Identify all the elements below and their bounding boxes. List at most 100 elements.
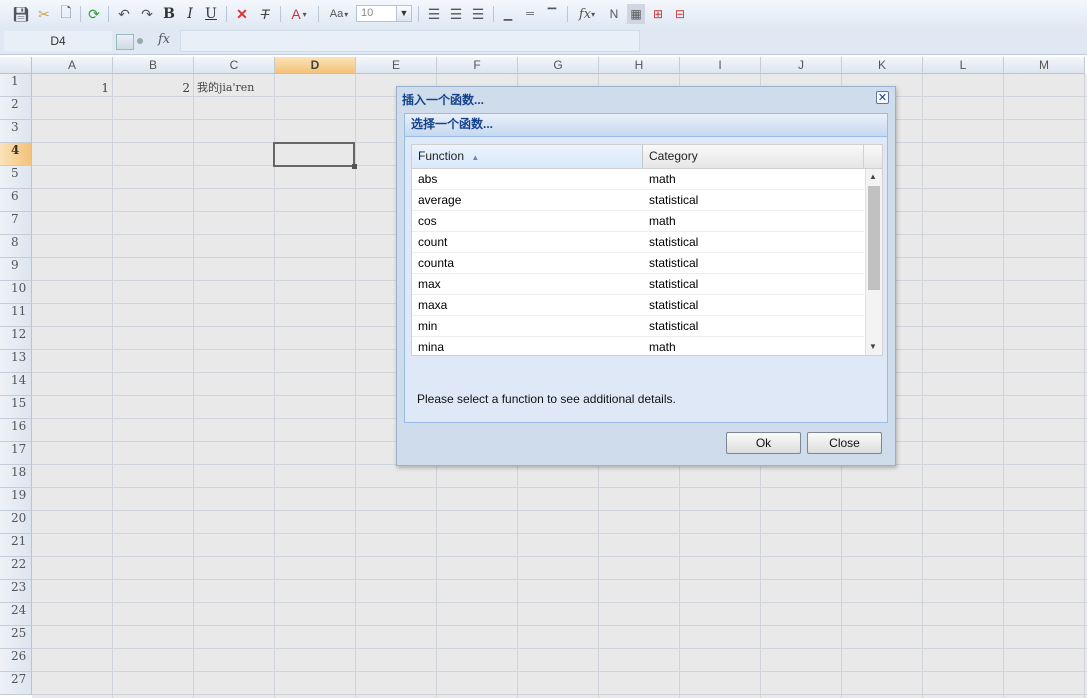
- function-name: min: [418, 319, 438, 333]
- row-header-19[interactable]: 19: [0, 488, 32, 511]
- column-header-k[interactable]: K: [842, 57, 923, 74]
- align-left-icon[interactable]: ☰: [425, 4, 443, 24]
- grid-scrollbar[interactable]: ▲ ▼: [865, 169, 882, 355]
- valign-top-icon[interactable]: ▔: [543, 4, 561, 24]
- column-header-category[interactable]: Category: [643, 145, 864, 168]
- row-header-20[interactable]: 20: [0, 511, 32, 534]
- row-header-26[interactable]: 26: [0, 649, 32, 672]
- column-header-g[interactable]: G: [518, 57, 599, 74]
- ok-button[interactable]: Ok: [726, 432, 801, 454]
- function-grid: Function ▲ Category abs math average statis…: [411, 144, 883, 356]
- merge-cells-icon[interactable]: ▦: [627, 4, 645, 24]
- row-header-7[interactable]: 7: [0, 212, 32, 235]
- selected-cell-d4[interactable]: [273, 142, 357, 169]
- row-header-18[interactable]: 18: [0, 465, 32, 488]
- cut-icon[interactable]: ✂︎: [35, 4, 53, 24]
- column-header-l[interactable]: L: [923, 57, 1004, 74]
- fx-icon[interactable]: fx: [158, 32, 170, 47]
- function-row[interactable]: min statistical: [412, 316, 864, 337]
- unmerge-icon[interactable]: ⊟: [671, 4, 689, 24]
- row-header-13[interactable]: 13: [0, 350, 32, 373]
- close-button[interactable]: Close: [807, 432, 882, 454]
- new-document-icon[interactable]: 🗋︎: [57, 4, 75, 24]
- row-header-23[interactable]: 23: [0, 580, 32, 603]
- insert-function-icon[interactable]: fx ▾: [574, 4, 600, 24]
- scroll-up-icon[interactable]: ▲: [869, 172, 877, 181]
- cell-c1[interactable]: 我的jia'ren: [197, 74, 275, 97]
- row-header-9[interactable]: 9: [0, 258, 32, 281]
- cell-b1[interactable]: 2: [113, 74, 190, 97]
- italic-icon[interactable]: I: [182, 4, 198, 24]
- row-header-25[interactable]: 25: [0, 626, 32, 649]
- clear-format-icon[interactable]: T: [256, 4, 274, 24]
- close-icon[interactable]: ✕: [876, 91, 889, 104]
- function-row[interactable]: cos math: [412, 211, 864, 232]
- formula-input[interactable]: [180, 30, 640, 52]
- scrollbar-thumb[interactable]: [868, 186, 880, 290]
- font-size-select[interactable]: 10 ▼: [356, 5, 412, 22]
- row-header-16[interactable]: 16: [0, 419, 32, 442]
- chevron-down-icon[interactable]: ▼: [396, 6, 411, 21]
- row-header-2[interactable]: 2: [0, 97, 32, 120]
- column-header-h[interactable]: H: [599, 57, 680, 74]
- row-header-12[interactable]: 12: [0, 327, 32, 350]
- function-row[interactable]: average statistical: [412, 190, 864, 211]
- column-header-c[interactable]: C: [194, 57, 275, 74]
- row-header-15[interactable]: 15: [0, 396, 32, 419]
- underline-icon[interactable]: U: [203, 4, 219, 24]
- valign-middle-icon[interactable]: ═: [521, 4, 539, 24]
- refresh-icon[interactable]: ⟳: [85, 4, 103, 24]
- wrap-text-icon[interactable]: N: [605, 4, 623, 24]
- row-header-8[interactable]: 8: [0, 235, 32, 258]
- align-right-icon[interactable]: ☰: [469, 4, 487, 24]
- row-header-22[interactable]: 22: [0, 557, 32, 580]
- column-header-m[interactable]: M: [1004, 57, 1085, 74]
- row-header-6[interactable]: 6: [0, 189, 32, 212]
- row-header-10[interactable]: 10: [0, 281, 32, 304]
- undo-icon[interactable]: ↶: [115, 4, 133, 24]
- function-name: count: [418, 235, 448, 249]
- function-row[interactable]: maxa statistical: [412, 295, 864, 316]
- row-header-27[interactable]: 27: [0, 672, 32, 695]
- row-header-21[interactable]: 21: [0, 534, 32, 557]
- function-row[interactable]: max statistical: [412, 274, 864, 295]
- column-header-f[interactable]: F: [437, 57, 518, 74]
- save-icon[interactable]: 💾︎: [12, 4, 30, 24]
- column-header-b[interactable]: B: [113, 57, 194, 74]
- row-header-14[interactable]: 14: [0, 373, 32, 396]
- valign-bottom-icon[interactable]: ▁: [499, 4, 517, 24]
- column-header-j[interactable]: J: [761, 57, 842, 74]
- delete-icon[interactable]: ✕: [233, 4, 251, 24]
- redo-icon[interactable]: ↷: [138, 4, 156, 24]
- row-header-3[interactable]: 3: [0, 120, 32, 143]
- row-header-17[interactable]: 17: [0, 442, 32, 465]
- function-row[interactable]: count statistical: [412, 232, 864, 253]
- name-box[interactable]: D4: [4, 31, 112, 51]
- row-header-5[interactable]: 5: [0, 166, 32, 189]
- dialog-title: 插入一个函数...: [402, 93, 485, 107]
- split-cells-icon[interactable]: ⊞: [649, 4, 667, 24]
- function-row[interactable]: mina math: [412, 337, 864, 355]
- column-header-e[interactable]: E: [356, 57, 437, 74]
- align-center-icon[interactable]: ☰: [447, 4, 465, 24]
- bold-icon[interactable]: B: [161, 4, 177, 24]
- row-header-24[interactable]: 24: [0, 603, 32, 626]
- insert-function-dialog: 插入一个函数... ✕ 选择一个函数... Function ▲ Categor…: [396, 86, 896, 466]
- row-header-1[interactable]: 1: [0, 74, 32, 97]
- font-color-icon[interactable]: A ▾: [287, 4, 311, 24]
- grid-header: Function ▲ Category: [412, 145, 882, 169]
- cell-a1[interactable]: 1: [32, 74, 109, 97]
- font-family-icon[interactable]: Aa ▾: [326, 4, 352, 24]
- column-header-i[interactable]: I: [680, 57, 761, 74]
- column-header-function[interactable]: Function ▲: [412, 145, 643, 168]
- function-category: statistical: [649, 235, 699, 249]
- column-header-d[interactable]: D: [275, 57, 356, 74]
- select-all-corner[interactable]: [0, 57, 32, 74]
- row-header-4[interactable]: 4: [0, 143, 32, 166]
- function-row[interactable]: abs math: [412, 169, 864, 190]
- scroll-down-icon[interactable]: ▼: [869, 342, 877, 351]
- function-category: statistical: [649, 277, 699, 291]
- row-header-11[interactable]: 11: [0, 304, 32, 327]
- column-header-a[interactable]: A: [32, 57, 113, 74]
- function-row[interactable]: counta statistical: [412, 253, 864, 274]
